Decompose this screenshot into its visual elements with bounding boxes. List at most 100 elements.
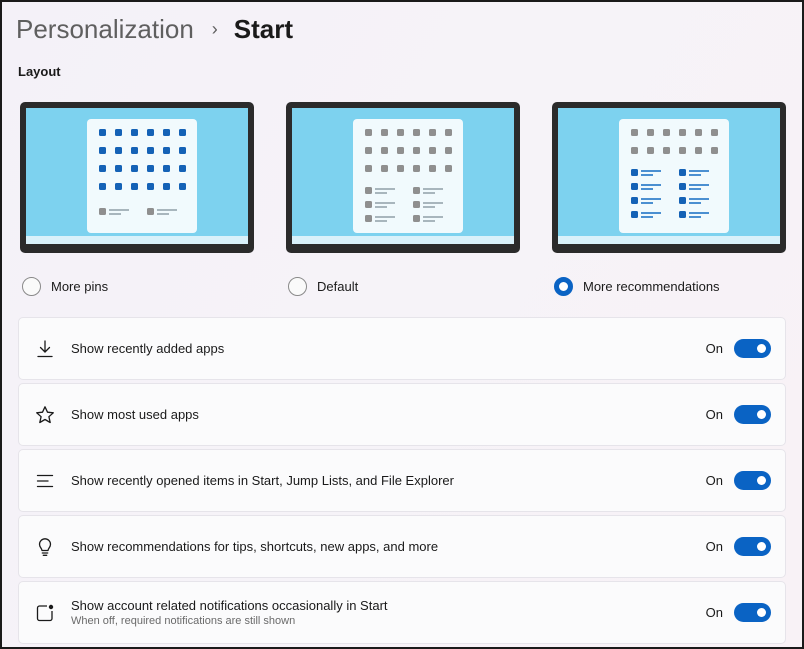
chevron-right-icon: › (211, 18, 218, 39)
preview-tile (99, 129, 106, 136)
list-icon (33, 469, 57, 493)
preview-tile (679, 129, 686, 136)
preview-line (689, 216, 701, 218)
preview-line (641, 170, 661, 172)
preview-tile (631, 211, 638, 218)
preview-tile (115, 165, 122, 172)
radio-default[interactable] (288, 276, 307, 296)
preview-tile (131, 165, 138, 172)
preview-line (689, 202, 701, 204)
preview-tile (381, 129, 388, 136)
toggle-most-used-apps[interactable] (734, 405, 771, 424)
layout-preview-more-pins[interactable] (20, 102, 254, 253)
breadcrumb-parent-link[interactable]: Personalization (16, 14, 194, 45)
preview-tile (413, 215, 420, 222)
preview-tile (413, 129, 420, 136)
preview-tile (445, 165, 452, 172)
preview-tile (679, 147, 686, 154)
preview-tile (131, 129, 138, 136)
preview-line (375, 188, 395, 190)
setting-recently-opened-items: Show recently opened items in Start, Jum… (18, 449, 786, 512)
preview-tile (445, 129, 452, 136)
toggle-recommendations-tips[interactable] (734, 537, 771, 556)
preview-line (375, 220, 387, 222)
preview-tile (647, 129, 654, 136)
preview-tile (179, 147, 186, 154)
preview-line (109, 209, 129, 211)
preview-tile (179, 183, 186, 190)
radio-more-pins-row[interactable]: More pins (22, 276, 254, 296)
preview-line (375, 192, 387, 194)
setting-most-used-apps: Show most used apps On (18, 383, 786, 446)
preview-tile (147, 147, 154, 154)
preview-tile (711, 147, 718, 154)
setting-description: When off, required notifications are sti… (71, 615, 296, 627)
preview-tile (163, 183, 170, 190)
preview-tile (179, 129, 186, 136)
preview-tile (365, 129, 372, 136)
preview-line (689, 188, 701, 190)
preview-tile (99, 208, 106, 215)
preview-tile (631, 147, 638, 154)
radio-more-recommendations[interactable] (554, 276, 573, 296)
preview-line (423, 206, 435, 208)
toggle-recently-added-apps[interactable] (734, 339, 771, 358)
preview-tile (663, 129, 670, 136)
preview-tile (711, 129, 718, 136)
preview-tile (115, 129, 122, 136)
radio-more-pins[interactable] (22, 276, 41, 296)
preview-tile (99, 183, 106, 190)
preview-tile (163, 147, 170, 154)
preview-line (689, 184, 709, 186)
layout-option-more-pins: More pins (20, 102, 254, 296)
preview-tile (147, 165, 154, 172)
preview-line (689, 174, 701, 176)
page-title: Start (233, 13, 294, 44)
preview-line (641, 202, 653, 204)
radio-default-row[interactable]: Default (288, 276, 520, 296)
preview-line (689, 198, 709, 200)
layout-preview-default[interactable] (286, 102, 520, 253)
radio-more-pins-label: More pins (51, 278, 109, 294)
toggle-state-text: On (705, 539, 723, 554)
preview-tile (381, 165, 388, 172)
preview-tile (99, 147, 106, 154)
toggle-state-text: On (705, 341, 723, 356)
radio-more-recommendations-label: More recommendations (583, 278, 720, 294)
notification-icon (33, 601, 57, 625)
layout-option-default: Default (286, 102, 520, 296)
preview-line (689, 170, 709, 172)
preview-tile (365, 165, 372, 172)
preview-tile (147, 183, 154, 190)
preview-tile (695, 129, 702, 136)
preview-tile (99, 165, 106, 172)
setting-label: Show account related notifications occas… (71, 598, 388, 613)
layout-preview-more-recommendations[interactable] (552, 102, 786, 253)
preview-tile (631, 197, 638, 204)
setting-label: Show recently added apps (71, 341, 225, 356)
preview-line (423, 188, 443, 190)
preview-tile (381, 147, 388, 154)
preview-tile (115, 183, 122, 190)
setting-label: Show most used apps (71, 407, 199, 422)
preview-line (641, 198, 661, 200)
toggle-recently-opened-items[interactable] (734, 471, 771, 490)
radio-more-recommendations-row[interactable]: More recommendations (554, 276, 786, 296)
preview-line (423, 202, 443, 204)
preview-tile (647, 147, 654, 154)
preview-tile (163, 129, 170, 136)
preview-tile (631, 183, 638, 190)
preview-line (157, 213, 169, 215)
preview-tile (631, 129, 638, 136)
preview-tile (663, 147, 670, 154)
preview-tile (679, 197, 686, 204)
preview-line (375, 216, 395, 218)
setting-recently-added-apps: Show recently added apps On (18, 317, 786, 380)
layout-option-more-recommendations: More recommendations (552, 102, 786, 296)
setting-recommendations-tips: Show recommendations for tips, shortcuts… (18, 515, 786, 578)
preview-line (641, 188, 653, 190)
preview-tile (679, 183, 686, 190)
toggle-account-notifications[interactable] (734, 603, 771, 622)
preview-tile (397, 165, 404, 172)
preview-line (375, 206, 387, 208)
